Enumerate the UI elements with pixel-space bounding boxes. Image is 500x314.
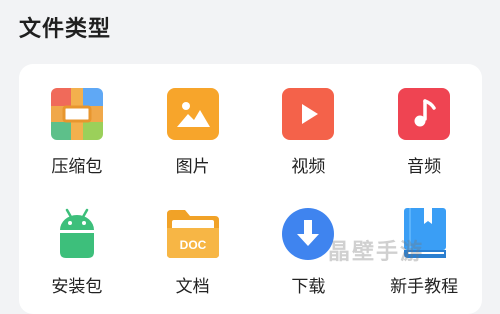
archive-icon <box>50 88 103 140</box>
page-title: 文件类型 <box>19 17 112 42</box>
doc-badge: DOC <box>179 238 206 252</box>
category-label: 图片 <box>175 157 210 177</box>
category-image[interactable]: 图片 <box>135 64 251 184</box>
file-type-grid: 压缩包 图片 视频 音频 安装包 DOC 文档 下载 新手教程 <box>19 64 482 304</box>
category-label: 新手教程 <box>390 277 459 297</box>
category-label: 视频 <box>291 157 326 177</box>
category-install-package[interactable]: 安装包 <box>19 184 135 304</box>
category-label: 安装包 <box>51 277 103 297</box>
category-label: 文档 <box>175 277 210 297</box>
category-video[interactable]: 视频 <box>251 64 367 184</box>
category-label: 音频 <box>407 157 442 177</box>
category-archive[interactable]: 压缩包 <box>19 64 135 184</box>
file-type-card: 压缩包 图片 视频 音频 安装包 DOC 文档 下载 新手教程 <box>19 64 482 314</box>
video-icon <box>282 88 335 140</box>
download-icon <box>282 208 335 260</box>
watermark: 晶壁手游 <box>328 240 425 265</box>
category-document[interactable]: DOC 文档 <box>135 184 251 304</box>
category-audio[interactable]: 音频 <box>366 64 482 184</box>
audio-icon <box>398 88 451 140</box>
category-label: 下载 <box>291 277 326 297</box>
android-icon <box>59 208 94 258</box>
document-folder-icon: DOC <box>166 210 219 258</box>
category-label: 压缩包 <box>51 157 103 177</box>
image-icon <box>166 88 219 140</box>
